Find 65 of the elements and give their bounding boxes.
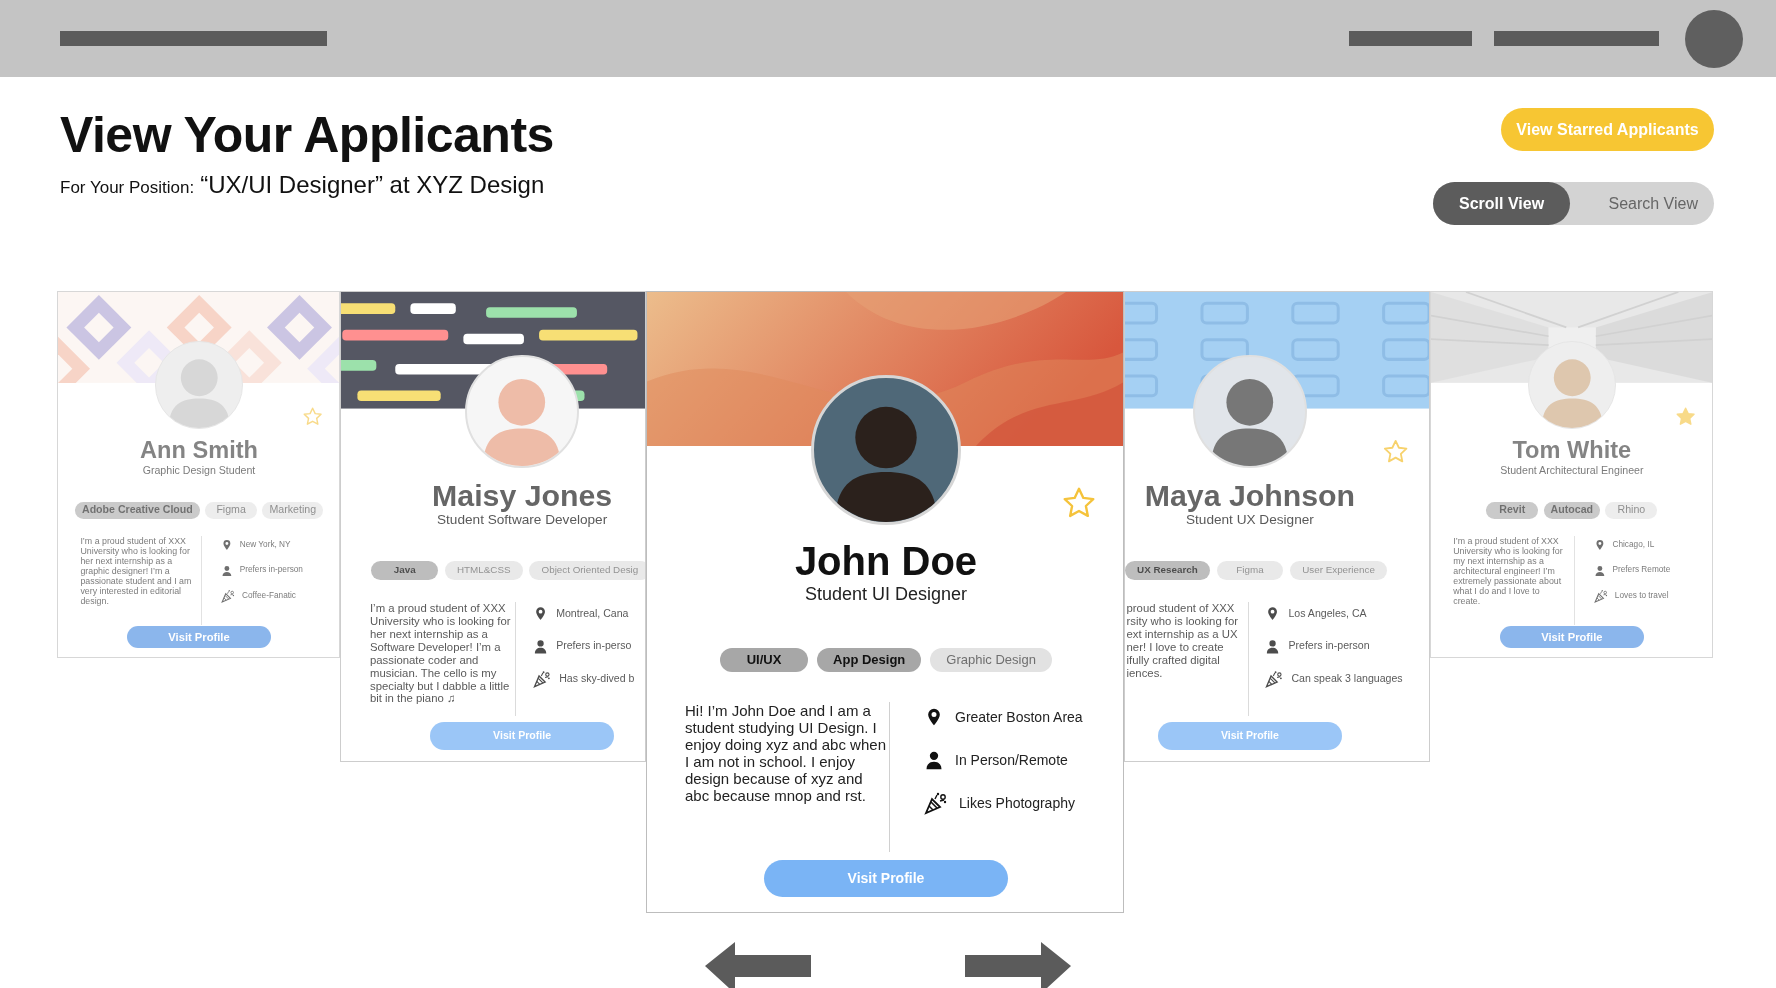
skill-tag: Rhino	[1605, 502, 1658, 519]
person-icon	[1265, 638, 1281, 654]
applicant-name: Ann Smith	[140, 437, 258, 464]
party-popper-icon	[924, 791, 948, 815]
applicant-title: Graphic Design Student	[142, 463, 256, 477]
position-label: For Your Position:	[60, 177, 195, 199]
previous-arrow[interactable]	[705, 942, 811, 988]
applicant-bio: I’m a proud student of XXX University who is looking for her next internship as a graphic designer! I’m a passionate student and I am very interested in editorial design.	[80, 536, 193, 609]
detail-text: Greater Boston Area	[955, 707, 1083, 727]
person-icon	[924, 750, 944, 770]
visit-profile-button[interactable]: Visit Profile	[1157, 721, 1343, 750]
applicant-name: Maisy Jones	[432, 478, 613, 513]
skill-tag: Java	[371, 561, 439, 580]
star-icon[interactable]	[302, 405, 324, 428]
applicant-bio: proud student of XXX rsity who is looking for ext internship as a UX ner! I love to create ifully crafted digital iences.	[1126, 602, 1240, 681]
next-arrow[interactable]	[965, 942, 1071, 988]
visit-profile-button[interactable]: Visit Profile	[764, 860, 1008, 897]
detail-text: Montreal, Cana	[556, 605, 629, 621]
nav-placeholder[interactable]	[1494, 31, 1659, 46]
profile-avatar[interactable]	[1685, 9, 1743, 68]
detail-text: Los Angeles, CA	[1288, 605, 1367, 621]
detail-text: Prefers in-perso	[556, 638, 632, 654]
detail-text: Can speak 3 languages	[1291, 670, 1403, 686]
applicant-name: Tom White	[1512, 437, 1632, 464]
visit-profile-button[interactable]: Visit Profile	[429, 721, 615, 750]
skill-tag: Object Oriented Desig	[529, 561, 645, 580]
skill-tag: App Design	[817, 648, 922, 672]
person-icon	[532, 638, 548, 654]
person-icon	[1594, 564, 1606, 577]
detail-text: In Person/Remote	[955, 750, 1068, 770]
detail-text: Prefers in-person	[1288, 638, 1370, 654]
page-title: View Your Applicants	[60, 106, 554, 165]
position-name: “UX/UI Designer” at XYZ Design	[200, 170, 545, 200]
applicant-name: John Doe	[794, 539, 978, 583]
skill-tag: Revit	[1486, 502, 1539, 519]
party-popper-icon	[532, 669, 551, 688]
skill-tag: User Experience	[1290, 561, 1387, 580]
applicant-name: Maya Johnson	[1144, 478, 1355, 513]
visit-profile-button[interactable]: Visit Profile	[1499, 626, 1644, 649]
nav-placeholder[interactable]	[1349, 31, 1472, 46]
applicant-title: Student UX Designer	[1185, 512, 1314, 529]
skill-tag: UX Research	[1125, 561, 1210, 580]
pin-icon	[1594, 539, 1606, 551]
detail-text: Likes Photography	[959, 793, 1075, 813]
skill-tag: Adobe Creative Cloud	[74, 502, 200, 519]
view-tab[interactable]: Search View	[1592, 182, 1714, 225]
party-popper-icon	[1265, 669, 1284, 688]
person-icon	[221, 564, 234, 577]
view-tab[interactable]: Scroll View	[1433, 182, 1571, 225]
visit-profile-button[interactable]: Visit Profile	[127, 626, 271, 649]
applicant-bio: Hi! I’m John Doe and I am a student studying UI Design. I enjoy doing xyz and abc when I am not in school. I enjoy design because of xyz and abc because mnop and rst.	[685, 702, 887, 806]
skill-tag: Figma	[205, 502, 258, 519]
skill-tag: Graphic Design	[930, 648, 1052, 672]
starred-applicants-button[interactable]: View Starred Applicants	[1501, 108, 1714, 151]
star-icon[interactable]	[1675, 405, 1697, 428]
applicant-title: Student Software Developer	[437, 512, 608, 529]
skill-tag: Autocad	[1543, 502, 1601, 519]
skill-tag: Marketing	[262, 502, 324, 519]
detail-text: Has sky-dived b	[559, 670, 635, 686]
applicant-title: Student UI Designer	[804, 583, 968, 605]
applicant-bio: I’m a proud student of XXX University who is looking for her next internship as a Software Developer! I’m a passionate coder and musician. The cello is my specialty but I dabble a little bit in the piano ♫	[369, 602, 512, 707]
skill-tag: Figma	[1216, 561, 1284, 580]
applicant-title: Student Architectural Engineer	[1500, 463, 1644, 477]
skill-tag: UI/UX	[720, 648, 809, 672]
skill-tag: HTML&CSS	[444, 561, 523, 580]
